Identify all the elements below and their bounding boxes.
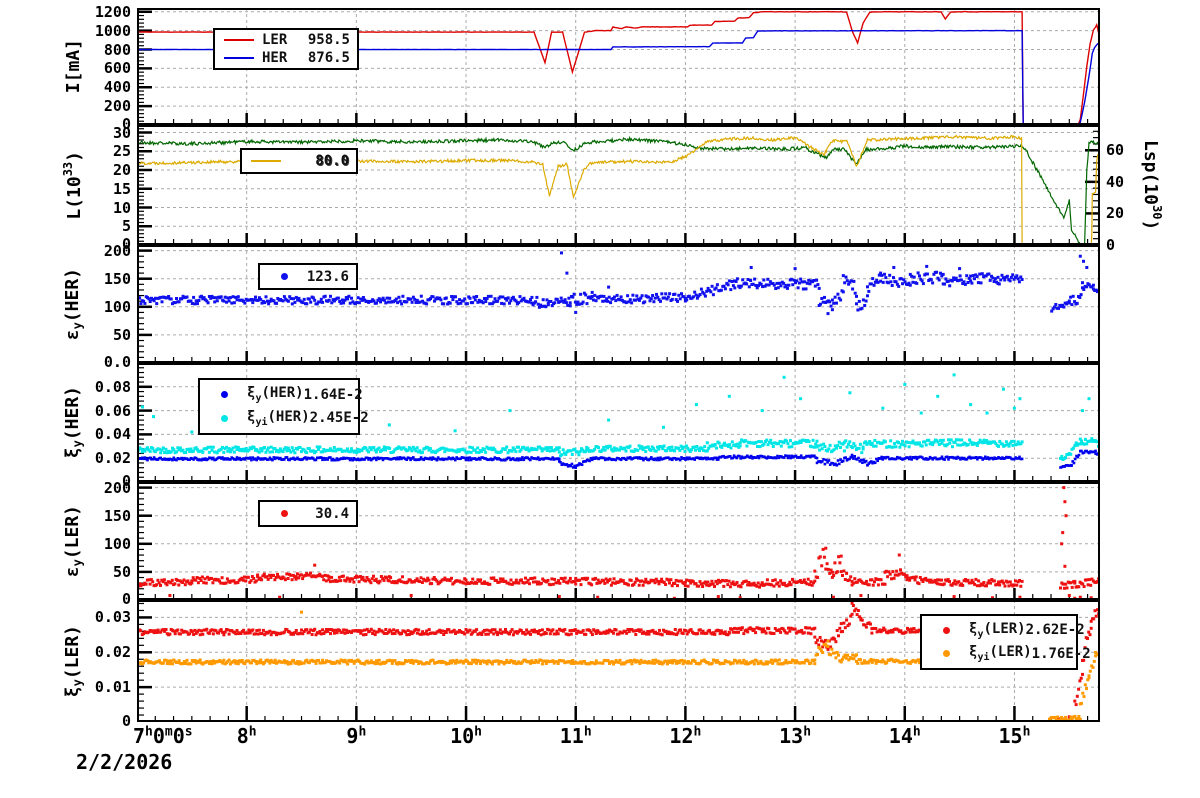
legend-value: 876.5: [307, 50, 350, 66]
legend-entry: ξy(HER) 1.64E-2: [200, 385, 363, 404]
legend-line-sample: [251, 160, 281, 162]
x-tick-label: 12h: [669, 724, 702, 748]
legend-value: 1.76E-2: [1031, 645, 1091, 662]
legend-luminosity: 80.0 80.0: [240, 148, 358, 174]
x-tick-label: 11h: [559, 724, 592, 748]
legend-entry: HER 876.5: [215, 50, 357, 66]
legend-entry: 80.0 80.0: [242, 153, 356, 170]
legend-value: 123.6: [306, 268, 349, 285]
axis-title-emittance-her: εy(HER): [61, 267, 85, 341]
right-axis-title: Lsp(1030): [1140, 139, 1164, 231]
legend-entry: ξyi(LER) 1.76E-2: [922, 644, 1091, 663]
legend-value: 2.62E-2: [1025, 622, 1085, 639]
x-axis-labels: 7h0m0s 8h 9h 10h 11h 12h 13h 14h 15h: [0, 722, 1200, 756]
legend-entry: ξyi(HER) 2.45E-2: [200, 409, 369, 428]
legend-current: LER 958.5 HER 876.5: [213, 28, 359, 70]
legend-dot-sample: [280, 510, 288, 517]
legend-entry: LER 958.5: [215, 32, 357, 48]
x-tick-label: 10h: [450, 724, 482, 748]
legend-line-sample: [224, 57, 254, 59]
legend-dot-sample: [220, 391, 228, 399]
legend-dot-sample: [942, 650, 950, 658]
axis-title-emittance-ler: εy(LER): [61, 504, 85, 578]
x-tick-label: 13h: [779, 724, 812, 748]
x-tick-label: 15h: [998, 724, 1031, 748]
legend-value: 30.4: [315, 505, 349, 522]
axis-title-xi-ler: ξy(LER): [61, 624, 85, 698]
legend-entry: ξy(LER) 2.62E-2: [922, 621, 1085, 640]
legend-emittance-ler: 30.4: [258, 500, 358, 527]
axis-title-luminosity: L(1033): [61, 150, 85, 220]
legend-entry: 30.4: [260, 506, 356, 522]
axis-title-xi-her: ξy(HER): [61, 386, 85, 459]
beam-status-strip-chart: 7h0m0s 8h 9h 10h 11h 12h 13h 14h 15h 2/2/2026 20…: [0, 0, 1200, 798]
legend-value: 1.64E-2: [303, 386, 363, 403]
x-tick-label: 8h: [236, 724, 257, 748]
legend-line-sample: [224, 39, 254, 41]
date-label: 2/2/2026: [76, 750, 173, 774]
legend-emittance-her: 123.6: [258, 263, 358, 290]
legend-xi-her: ξy(HER) 1.64E-2 ξyi(HER) 2.45E-2: [198, 378, 369, 435]
legend-value: 2.45E-2: [309, 410, 369, 427]
legend-value: 80.0 80.0: [315, 153, 350, 170]
panel-luminosity: [137, 125, 1100, 245]
x-tick-label: 9h: [346, 724, 367, 748]
axis-title-current: I[mA]: [62, 39, 84, 94]
legend-value: 958.5: [307, 32, 350, 48]
legend-entry: 123.6: [260, 269, 356, 285]
legend-xi-ler: ξy(LER) 2.62E-2 ξyi(LER) 1.76E-2: [920, 614, 1091, 670]
legend-dot-sample: [220, 414, 228, 422]
x-tick-label: 7h0m0s: [133, 724, 193, 748]
legend-dot-sample: [280, 273, 288, 280]
x-tick-label: 14h: [888, 724, 921, 748]
legend-dot-sample: [942, 626, 950, 634]
